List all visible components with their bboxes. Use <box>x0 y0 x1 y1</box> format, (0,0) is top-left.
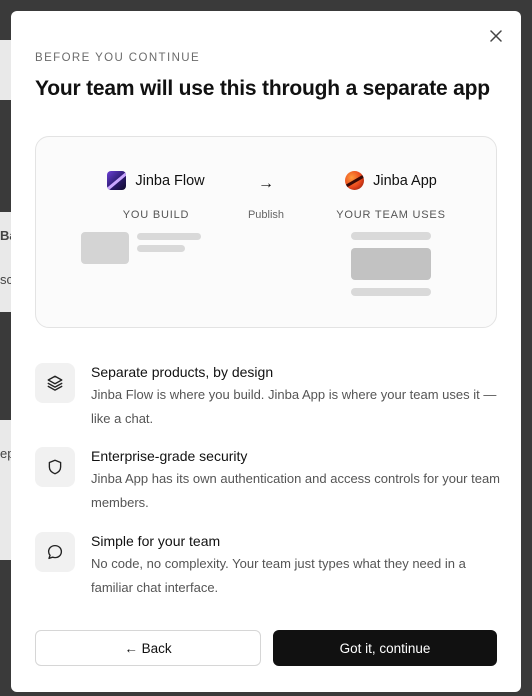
placeholder-line <box>351 232 431 240</box>
placeholder-line <box>351 288 431 296</box>
jinba-app-logo-icon <box>345 171 365 190</box>
flow-diagram: Jinba Flow YOU BUILD → Publish Jinba App… <box>35 136 497 328</box>
placeholder-line <box>137 233 201 240</box>
back-button[interactable]: ← Back <box>35 630 261 666</box>
feature-description: Jinba App has its own authentication and… <box>91 471 501 510</box>
diagram-middle: → Publish <box>241 175 291 221</box>
feature-title: Simple for your team <box>91 533 221 549</box>
jinba-flow-logo-icon <box>107 171 127 190</box>
publish-label: Publish <box>247 209 285 221</box>
shield-icon <box>35 447 75 487</box>
close-icon <box>490 30 502 42</box>
onboarding-dialog: BEFORE YOU CONTINUE Your team will use t… <box>11 11 521 692</box>
feature-description: No code, no complexity. Your team just t… <box>91 556 466 595</box>
arrow-right-icon: → <box>258 175 274 192</box>
chat-bubble-icon <box>35 532 75 572</box>
placeholder-block <box>81 232 129 264</box>
feature-title: Enterprise-grade security <box>91 448 248 464</box>
continue-button[interactable]: Got it, continue <box>273 630 497 666</box>
layers-icon <box>35 363 75 403</box>
brand-jinba-flow: Jinba Flow <box>81 171 231 190</box>
eyebrow-label: BEFORE YOU CONTINUE <box>35 52 201 64</box>
brand-name: Jinba Flow <box>135 172 205 189</box>
placeholder-line <box>137 245 185 252</box>
brand-jinba-app: Jinba App <box>316 171 466 190</box>
caption: YOUR TEAM USES <box>336 209 446 221</box>
feature-item: Enterprise-grade security Jinba App has … <box>35 447 500 517</box>
feature-item: Simple for your team No code, no complex… <box>35 532 497 602</box>
close-button[interactable] <box>487 27 505 45</box>
dialog-title: Your team will use this through a separa… <box>35 77 490 100</box>
feature-title: Separate products, by design <box>91 364 274 380</box>
feature-description: Jinba Flow is where you build. Jinba App… <box>91 387 497 426</box>
placeholder-block <box>351 248 431 280</box>
brand-name: Jinba App <box>373 172 437 189</box>
caption: YOU BUILD <box>122 209 190 221</box>
feature-item: Separate products, by design Jinba Flow … <box>35 363 497 433</box>
